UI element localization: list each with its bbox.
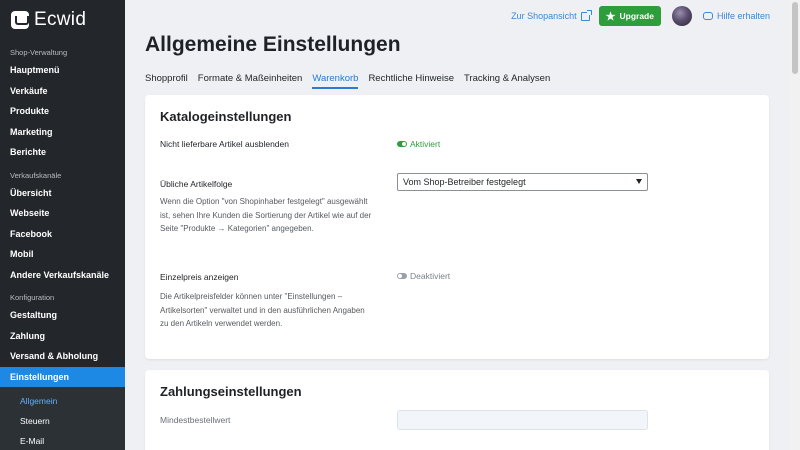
unit-price-label: Einzelpreis anzeigen bbox=[160, 272, 239, 282]
toggle-off-icon bbox=[397, 273, 407, 279]
section-label-channels: Verkaufskanäle bbox=[10, 170, 62, 180]
section-label-config: Konfiguration bbox=[10, 293, 55, 302]
sidebar-item-einstellungen[interactable]: Einstellungen bbox=[0, 366, 125, 387]
topbar: Zur Shopansicht ★ Upgrade Hilfe erhalten bbox=[511, 6, 770, 26]
sidebar-item-gestaltung[interactable]: Gestaltung bbox=[0, 305, 125, 326]
tab-bar: Shopprofil Formate & Maßeinheiten Warenk… bbox=[145, 73, 560, 89]
shop-view-label: Zur Shopansicht bbox=[511, 11, 577, 21]
min-order-label: Mindestbestellwert bbox=[160, 415, 231, 425]
sort-select[interactable]: Vom Shop-Betreiber festgelegt bbox=[397, 173, 648, 191]
sidebar-item-marketing[interactable]: Marketing bbox=[0, 122, 125, 143]
tab-tracking[interactable]: Tracking & Analysen bbox=[464, 73, 550, 89]
cart-logo-icon bbox=[11, 11, 29, 29]
sidebar-subitem-allgemein[interactable]: Allgemein bbox=[0, 391, 125, 411]
upgrade-label: Upgrade bbox=[619, 11, 654, 21]
sidebar-subitem-email[interactable]: E-Mail bbox=[0, 431, 125, 450]
main-content: Zur Shopansicht ★ Upgrade Hilfe erhalten… bbox=[125, 0, 800, 450]
sidebar: Ecwid Shop-Verwaltung Hauptmenü Verkäufe… bbox=[0, 0, 125, 450]
scrollbar-thumb[interactable] bbox=[792, 2, 798, 74]
avatar[interactable] bbox=[671, 6, 692, 26]
unit-price-description: Die Artikelpreisfelder können unter "Ein… bbox=[160, 292, 365, 328]
sidebar-subitem-steuern[interactable]: Steuern bbox=[0, 411, 125, 431]
star-icon: ★ bbox=[605, 10, 616, 23]
sidebar-item-verkaufe[interactable]: Verkäufe bbox=[0, 81, 125, 102]
external-link-icon bbox=[580, 9, 592, 21]
sidebar-item-zahlung[interactable]: Zahlung bbox=[0, 326, 125, 347]
help-link[interactable]: Hilfe erhalten bbox=[702, 11, 770, 21]
scrollbar[interactable] bbox=[790, 0, 800, 450]
min-order-input[interactable] bbox=[397, 410, 648, 430]
tab-shopprofil[interactable]: Shopprofil bbox=[145, 73, 188, 89]
hide-oos-status: Aktiviert bbox=[410, 139, 441, 149]
page-title: Allgemeine Einstellungen bbox=[145, 33, 401, 56]
sidebar-item-produkte[interactable]: Produkte bbox=[0, 101, 125, 122]
upgrade-button[interactable]: ★ Upgrade bbox=[598, 6, 661, 26]
tab-warenkorb[interactable]: Warenkorb bbox=[312, 73, 359, 89]
section-label-shop: Shop-Verwaltung bbox=[10, 48, 68, 57]
hide-oos-label: Nicht lieferbare Artikel ausblenden bbox=[160, 139, 289, 149]
sidebar-subnav: Allgemein Steuern E-Mail bbox=[0, 387, 125, 450]
tab-formate[interactable]: Formate & Maßeinheiten bbox=[198, 73, 303, 89]
sort-label: Übliche Artikelfolge bbox=[160, 179, 233, 189]
catalog-settings-card: Katalogeinstellungen Nicht lieferbare Ar… bbox=[145, 95, 769, 359]
logo[interactable]: Ecwid bbox=[0, 0, 125, 40]
toggle-on-icon bbox=[397, 141, 407, 147]
sidebar-item-facebook[interactable]: Facebook bbox=[0, 224, 125, 245]
sidebar-item-mobil[interactable]: Mobil bbox=[0, 244, 125, 265]
sidebar-item-andere[interactable]: Andere Verkaufskanäle bbox=[0, 265, 125, 286]
sidebar-item-ubersicht[interactable]: Übersicht bbox=[0, 183, 125, 204]
sort-description: Wenn die Option "von Shopinhaber festgel… bbox=[160, 197, 372, 233]
logo-text: Ecwid bbox=[34, 9, 87, 30]
sidebar-item-versand[interactable]: Versand & Abholung bbox=[0, 346, 125, 367]
card-title: Katalogeinstellungen bbox=[160, 109, 292, 124]
shop-view-link[interactable]: Zur Shopansicht bbox=[511, 9, 592, 21]
sort-select-value: Vom Shop-Betreiber festgelegt bbox=[403, 177, 526, 187]
card-title: Zahlungseinstellungen bbox=[160, 384, 302, 399]
chevron-down-icon bbox=[636, 179, 642, 184]
hide-oos-toggle[interactable]: Aktiviert bbox=[397, 139, 440, 149]
tab-rechtliche-hinweise[interactable]: Rechtliche Hinweise bbox=[368, 73, 454, 89]
chat-icon bbox=[702, 12, 713, 20]
payment-settings-card: Zahlungseinstellungen Mindestbestellwert bbox=[145, 370, 769, 450]
sidebar-item-webseite[interactable]: Webseite bbox=[0, 203, 125, 224]
unit-price-status: Deaktiviert bbox=[410, 271, 451, 281]
sidebar-item-hauptmenu[interactable]: Hauptmenü bbox=[0, 60, 125, 81]
unit-price-toggle[interactable]: Deaktiviert bbox=[397, 271, 450, 281]
help-label: Hilfe erhalten bbox=[716, 11, 770, 21]
sidebar-item-berichte[interactable]: Berichte bbox=[0, 142, 125, 163]
